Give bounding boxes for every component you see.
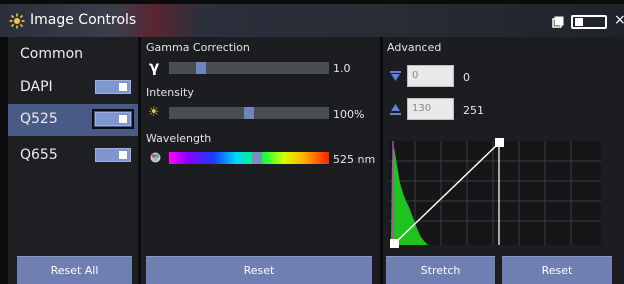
toggle-knob xyxy=(119,83,127,91)
max-level-input[interactable]: 130 xyxy=(407,98,454,120)
gamma-icon: γ xyxy=(149,58,160,76)
channel-panel: Common DAPI Q525 Q655 Reset All xyxy=(8,37,138,284)
channel-row-dapi[interactable]: DAPI xyxy=(8,72,138,104)
image-controls-window: Image Controls × Common DAPI Q525 Q655 R… xyxy=(0,0,624,284)
advanced-panel: Advanced 0 0 130 251 Stretch Reset xyxy=(383,37,624,284)
advanced-label: Advanced xyxy=(387,41,442,54)
max-level-icon xyxy=(390,104,401,115)
color-wheel-icon xyxy=(150,152,161,163)
reset-button[interactable]: Reset xyxy=(146,256,372,284)
min-level-value: 0 xyxy=(463,71,470,84)
wavelength-slider[interactable] xyxy=(169,152,329,164)
channel-label: Q525 xyxy=(20,111,58,127)
wavelength-slider-thumb[interactable] xyxy=(252,152,262,164)
wavelength-label: Wavelength xyxy=(146,132,212,145)
title-bar[interactable]: Image Controls × xyxy=(0,4,624,37)
toggle-knob xyxy=(119,151,127,159)
reset-all-button[interactable]: Reset All xyxy=(17,256,132,284)
gamma-slider[interactable] xyxy=(169,62,329,74)
adjustment-panel: Gamma Correction γ 1.0 Intensity ☀ 100% … xyxy=(141,37,380,284)
common-label: Common xyxy=(20,46,84,62)
intensity-slider[interactable] xyxy=(169,107,329,119)
histogram-fill xyxy=(391,147,429,245)
channel-toggle-q655[interactable] xyxy=(95,148,131,162)
channel-row-q525[interactable]: Q525 xyxy=(8,104,138,136)
histogram[interactable] xyxy=(389,138,601,248)
intensity-value: 100% xyxy=(333,108,365,121)
intensity-slider-thumb[interactable] xyxy=(244,107,254,119)
channel-toggle-dapi[interactable] xyxy=(95,80,131,94)
channel-label: Q655 xyxy=(20,147,58,163)
stretch-button[interactable]: Stretch xyxy=(386,256,495,284)
channel-toggle-q525[interactable] xyxy=(92,109,134,129)
min-level-icon xyxy=(390,71,401,81)
window-title: Image Controls xyxy=(30,12,137,28)
max-level-value: 251 xyxy=(463,104,484,117)
black-point-handle[interactable] xyxy=(390,239,399,248)
white-point-handle[interactable] xyxy=(495,138,504,147)
gamma-slider-thumb[interactable] xyxy=(196,62,206,74)
gamma-value: 1.0 xyxy=(333,62,351,75)
toggle-icon[interactable] xyxy=(571,15,607,29)
wavelength-value: 525 nm xyxy=(333,153,376,166)
histogram-plot xyxy=(389,141,601,245)
advanced-reset-button[interactable]: Reset xyxy=(502,256,612,284)
restore-icon[interactable] xyxy=(552,16,564,28)
gamma-label: Gamma Correction xyxy=(146,41,250,54)
toggle-knob xyxy=(119,115,127,123)
intensity-icon: ☀ xyxy=(148,105,160,120)
min-level-input[interactable]: 0 xyxy=(407,65,454,87)
sun-icon xyxy=(9,13,25,29)
channel-label: DAPI xyxy=(20,79,53,95)
intensity-label: Intensity xyxy=(146,86,194,99)
close-icon[interactable]: × xyxy=(614,12,624,28)
channel-row-q655[interactable]: Q655 xyxy=(8,140,138,172)
